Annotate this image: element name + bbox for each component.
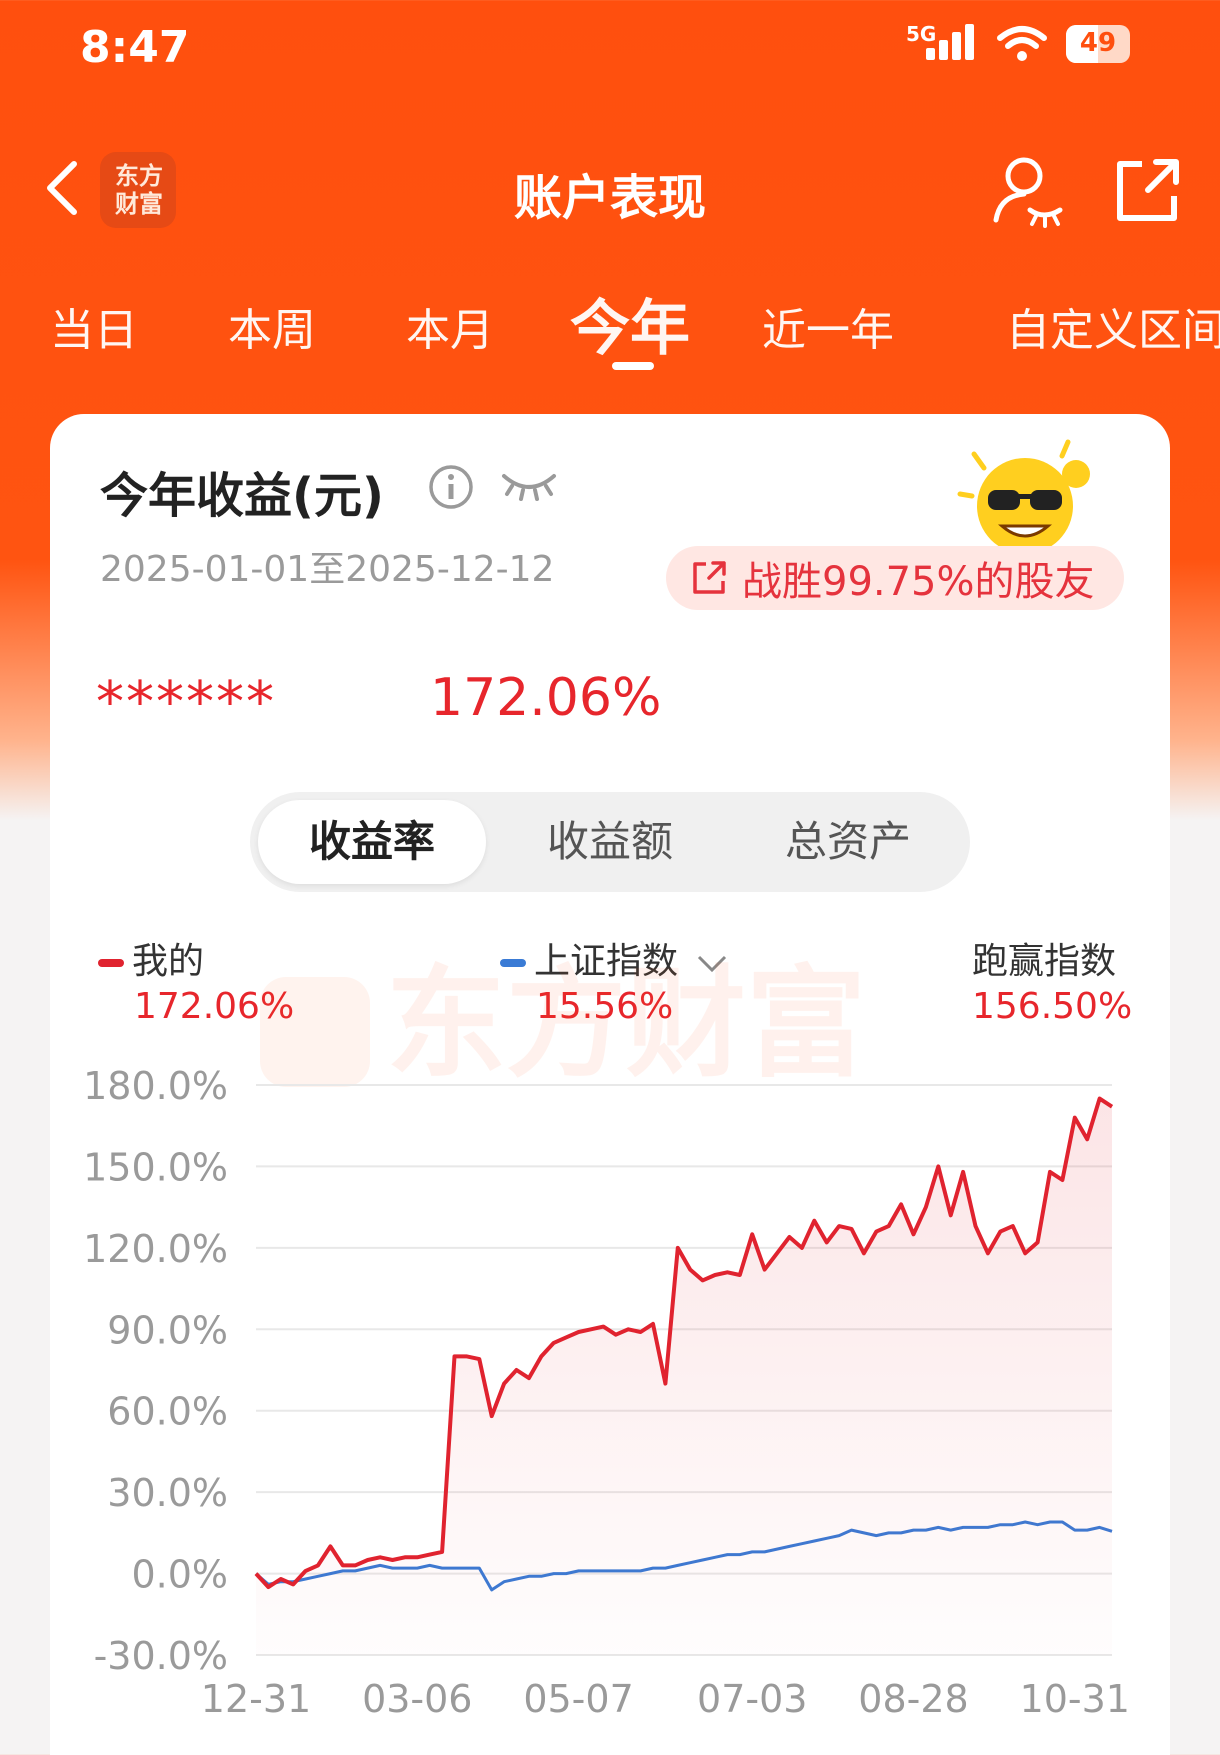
y-tick-label: 60.0% <box>107 1390 228 1434</box>
return-chart[interactable]: 180.0% 150.0% 120.0% 90.0% 60.0% 30.0% 0.0% -30… <box>0 0 1220 1755</box>
y-tick-label: 0.0% <box>131 1553 228 1597</box>
x-tick-label: 12-31 <box>201 1677 311 1721</box>
x-tick-label: 07-03 <box>697 1677 807 1721</box>
x-tick-label: 03-06 <box>362 1677 472 1721</box>
y-tick-label: 180.0% <box>83 1064 228 1108</box>
y-tick-label: 30.0% <box>107 1471 228 1515</box>
series-area-mine <box>256 1098 1112 1655</box>
x-tick-label: 10-31 <box>1020 1677 1130 1721</box>
y-tick-label: 150.0% <box>83 1145 228 1189</box>
x-tick-label: 08-28 <box>858 1677 968 1721</box>
x-tick-label: 05-07 <box>523 1677 633 1721</box>
y-tick-label: -30.0% <box>94 1634 228 1678</box>
y-tick-label: 90.0% <box>107 1308 228 1352</box>
y-tick-label: 120.0% <box>83 1227 228 1271</box>
